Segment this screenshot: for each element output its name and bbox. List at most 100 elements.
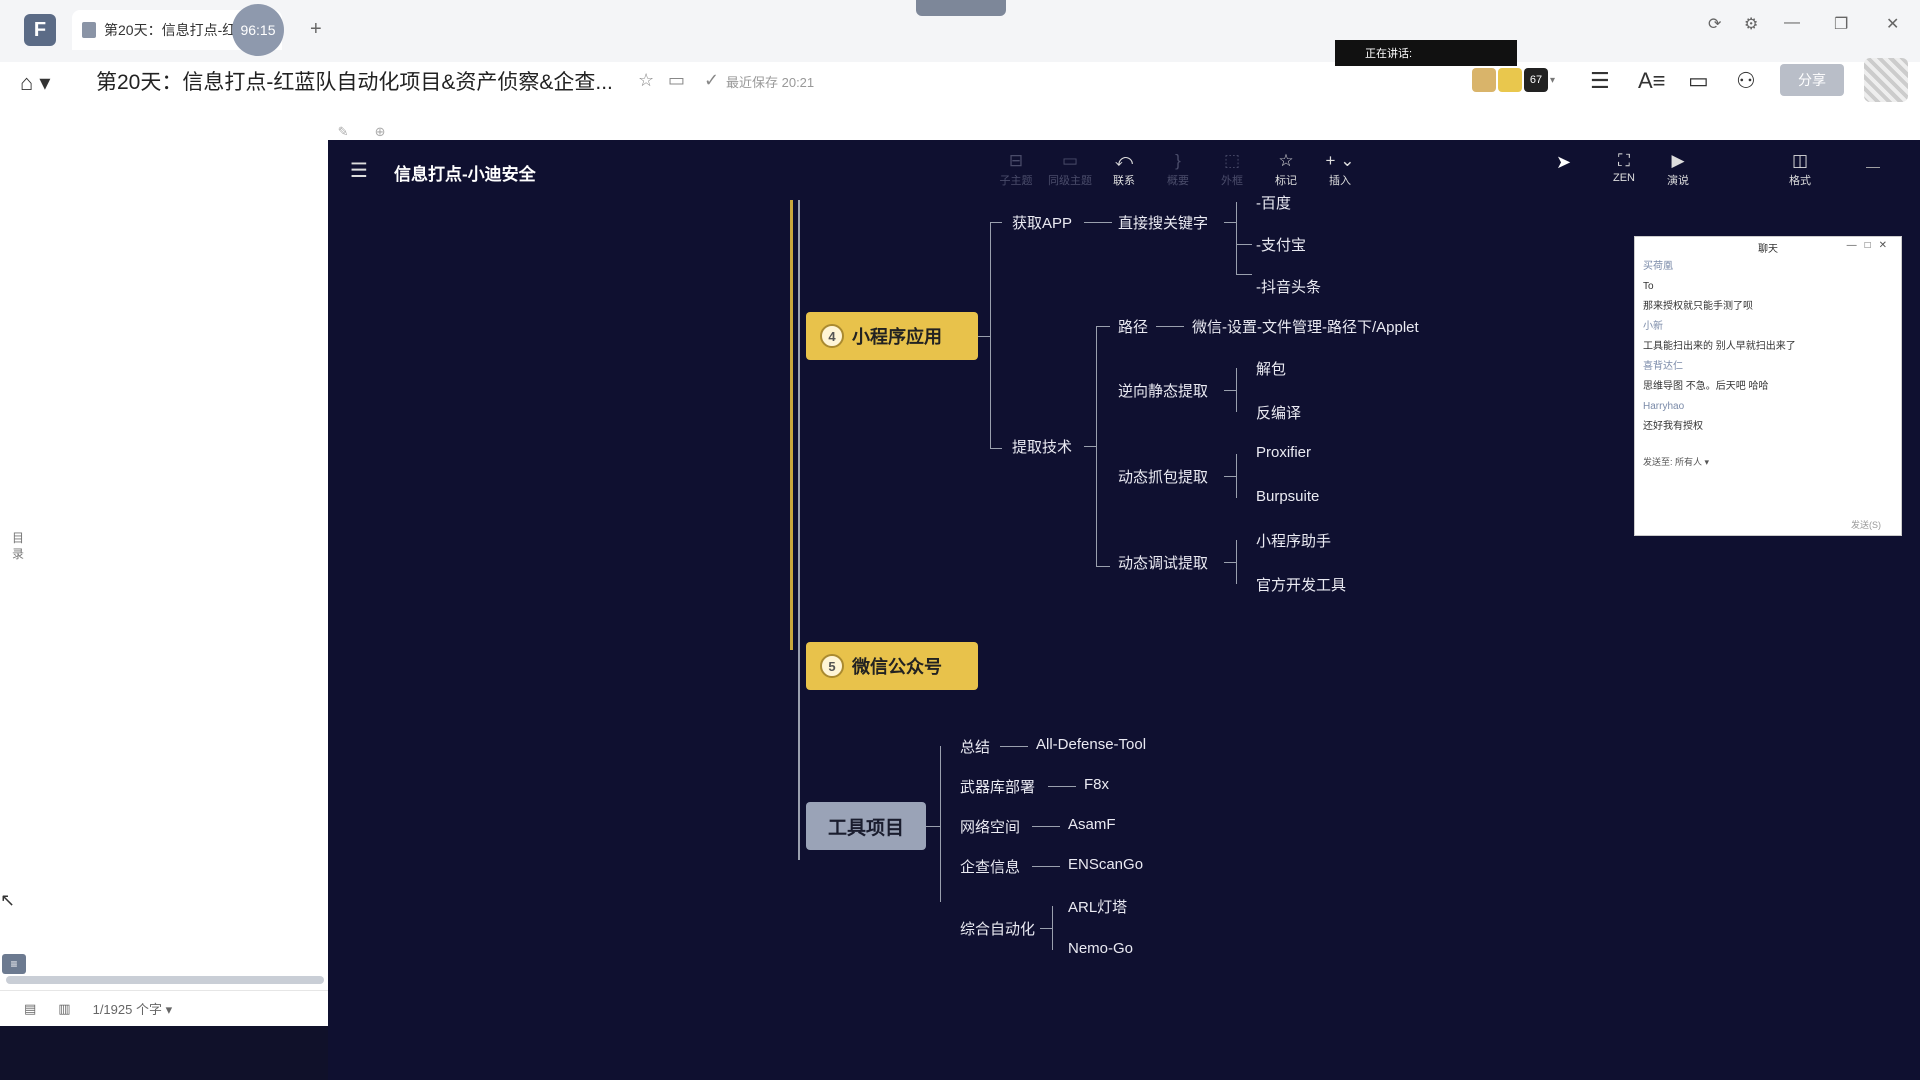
node-search-keyword[interactable]: 直接搜关键字 <box>1118 212 1208 233</box>
page-view-icon[interactable]: ▤ <box>24 1001 36 1017</box>
node-auto[interactable]: 综合自动化 <box>960 918 1035 939</box>
trunk-line <box>798 200 800 860</box>
node-number-badge: 5 <box>820 654 844 678</box>
node-dynamic-capture[interactable]: 动态抓包提取 <box>1118 466 1208 487</box>
trunk-line <box>790 200 793 650</box>
screen-share-strip <box>916 0 1006 16</box>
node-path-value[interactable]: 微信-设置-文件管理-路径下/Applet <box>1192 316 1419 337</box>
app-titlebar: F 第20天：信息打点-红 96:15 + ⟳ ⚙ — ❐ ✕ <box>0 0 1920 62</box>
restore-icon[interactable]: ❐ <box>1834 14 1848 34</box>
chat-header: 聊天 —□✕ <box>1635 237 1901 257</box>
boundary-icon: ⬚ <box>1223 151 1241 170</box>
star-marker-icon: ☆ <box>1278 151 1294 170</box>
horizontal-scrollbar[interactable] <box>6 976 324 984</box>
node-reverse-static[interactable]: 逆向静态提取 <box>1118 380 1208 401</box>
connector <box>1052 906 1053 950</box>
minimize-icon[interactable]: — <box>1784 14 1800 32</box>
connector <box>1156 326 1184 327</box>
node-burpsuite[interactable]: Burpsuite <box>1256 488 1319 505</box>
subtopic-tool[interactable]: ⊟ 子主题 <box>994 150 1038 188</box>
user-avatar[interactable] <box>1864 58 1908 102</box>
collaborator-icon[interactable]: ⚇ <box>1736 68 1756 94</box>
node-nemo-go[interactable]: Nemo-Go <box>1068 940 1133 957</box>
close-icon[interactable]: ✕ <box>1886 14 1899 34</box>
new-tab-button[interactable]: + <box>310 18 322 41</box>
node-get-app[interactable]: 获取APP <box>1012 212 1072 233</box>
collaborator-avatar[interactable] <box>1472 68 1496 92</box>
node-path[interactable]: 路径 <box>1118 316 1148 337</box>
node-all-defense-tool[interactable]: All-Defense-Tool <box>1036 736 1146 753</box>
chat-window: 聊天 —□✕ 买荷凰 To 那来授权就只能手测了呗 小新 工具能扫出来的 别人早… <box>1634 236 1902 536</box>
node-extract-tech[interactable]: 提取技术 <box>1012 436 1072 457</box>
tool-insert[interactable]: + ⌄ 插入 <box>1318 150 1362 188</box>
share-button[interactable]: 分享 <box>1780 64 1844 96</box>
tool-present[interactable]: ▶ 演说 <box>1656 150 1700 188</box>
node-decompile[interactable]: 反编译 <box>1256 402 1301 423</box>
connector <box>978 336 990 337</box>
document-title[interactable]: 第20天：信息打点-红蓝队自动化项目&资产侦察&企查... <box>96 66 613 96</box>
node-tool-project[interactable]: 工具项目 <box>806 802 926 850</box>
node-wechat-official[interactable]: 5 微信公众号 <box>806 642 978 690</box>
speaking-label: 正在讲话: <box>1365 48 1413 60</box>
connector <box>1236 274 1252 275</box>
node-baidu[interactable]: -百度 <box>1256 192 1291 213</box>
node-enscango[interactable]: ENScanGo <box>1068 856 1143 873</box>
boundary-tool[interactable]: ⬚ 外框 <box>1210 150 1254 188</box>
node-enterprise-info[interactable]: 企查信息 <box>960 856 1020 877</box>
home-icon[interactable]: ⌂ ▾ <box>20 70 50 96</box>
connector <box>990 222 991 448</box>
connector <box>1096 566 1110 567</box>
speaking-indicator: 正在讲话: <box>1335 40 1517 66</box>
chat-message: 思维导图 不急。后天吧 哈哈 <box>1643 381 1769 392</box>
tool-zen[interactable]: ⛶ ZEN <box>1602 150 1646 184</box>
node-summary[interactable]: 总结 <box>960 736 990 757</box>
connector <box>1236 202 1237 274</box>
folder-icon[interactable]: ▭ <box>668 70 685 91</box>
chat-send-button[interactable]: 发送(S) <box>1851 518 1881 531</box>
sync-icon[interactable]: ⟳ <box>1708 14 1721 34</box>
chat-window-controls[interactable]: —□✕ <box>1847 240 1895 251</box>
connector <box>1040 928 1052 929</box>
connector <box>1224 222 1236 223</box>
toc-label[interactable]: 目录 <box>12 530 26 562</box>
connector <box>1096 326 1097 566</box>
node-alipay[interactable]: -支付宝 <box>1256 234 1306 255</box>
node-douyin[interactable]: -抖音头条 <box>1256 276 1321 297</box>
node-dynamic-debug[interactable]: 动态调试提取 <box>1118 552 1208 573</box>
collaborator-avatar[interactable] <box>1498 68 1522 92</box>
hamburger-menu-icon[interactable]: ☰ <box>350 158 368 183</box>
collaborator-avatars[interactable]: 67 ▾ <box>1472 68 1555 92</box>
app-logo-icon[interactable]: F <box>24 14 56 46</box>
star-icon[interactable]: ☆ <box>638 70 654 91</box>
node-arl[interactable]: ARL灯塔 <box>1068 896 1127 917</box>
node-f8x[interactable]: F8x <box>1084 776 1109 793</box>
font-size-icon[interactable]: A≡ <box>1638 68 1666 94</box>
node-cyberspace[interactable]: 网络空间 <box>960 816 1020 837</box>
node-arsenal[interactable]: 武器库部署 <box>960 776 1035 797</box>
settings-gear-icon[interactable]: ⚙ <box>1744 14 1758 34</box>
sibling-topic-tool[interactable]: ▭ 同级主题 <box>1048 150 1092 188</box>
sibling-icon: ▭ <box>1061 151 1079 170</box>
outline-list-icon[interactable]: ≡ <box>2 954 26 974</box>
chat-send-to[interactable]: 发送至: 所有人 ▾ <box>1643 455 1709 468</box>
collaborator-count[interactable]: 67 <box>1524 68 1548 92</box>
web-view-icon[interactable]: ▥ <box>58 1001 70 1017</box>
format-panel-icon: ◫ <box>1791 151 1809 170</box>
tool-format[interactable]: ◫ 格式 <box>1778 150 1822 188</box>
minimize-icon[interactable]: — <box>1866 158 1880 174</box>
menu-lines-icon[interactable]: ☰ <box>1590 68 1610 94</box>
word-count[interactable]: 1/1925 个字 ▾ <box>93 999 173 1018</box>
node-asamf[interactable]: AsamF <box>1068 816 1116 833</box>
summary-tool[interactable]: } 概要 <box>1156 150 1200 188</box>
node-unpack[interactable]: 解包 <box>1256 358 1286 379</box>
node-mini-program[interactable]: 4 小程序应用 <box>806 312 978 360</box>
connector <box>990 222 1002 223</box>
chevron-down-icon[interactable]: ▾ <box>1550 75 1555 86</box>
node-proxifier[interactable]: Proxifier <box>1256 444 1311 461</box>
tool-marker[interactable]: ☆ 标记 <box>1264 150 1308 188</box>
node-number-badge: 4 <box>820 324 844 348</box>
node-official-tool[interactable]: 官方开发工具 <box>1256 574 1346 595</box>
tool-relationship[interactable]: ⤺ 联系 <box>1102 150 1146 188</box>
present-icon[interactable]: ▭ <box>1688 68 1709 94</box>
node-mini-helper[interactable]: 小程序助手 <box>1256 530 1331 551</box>
